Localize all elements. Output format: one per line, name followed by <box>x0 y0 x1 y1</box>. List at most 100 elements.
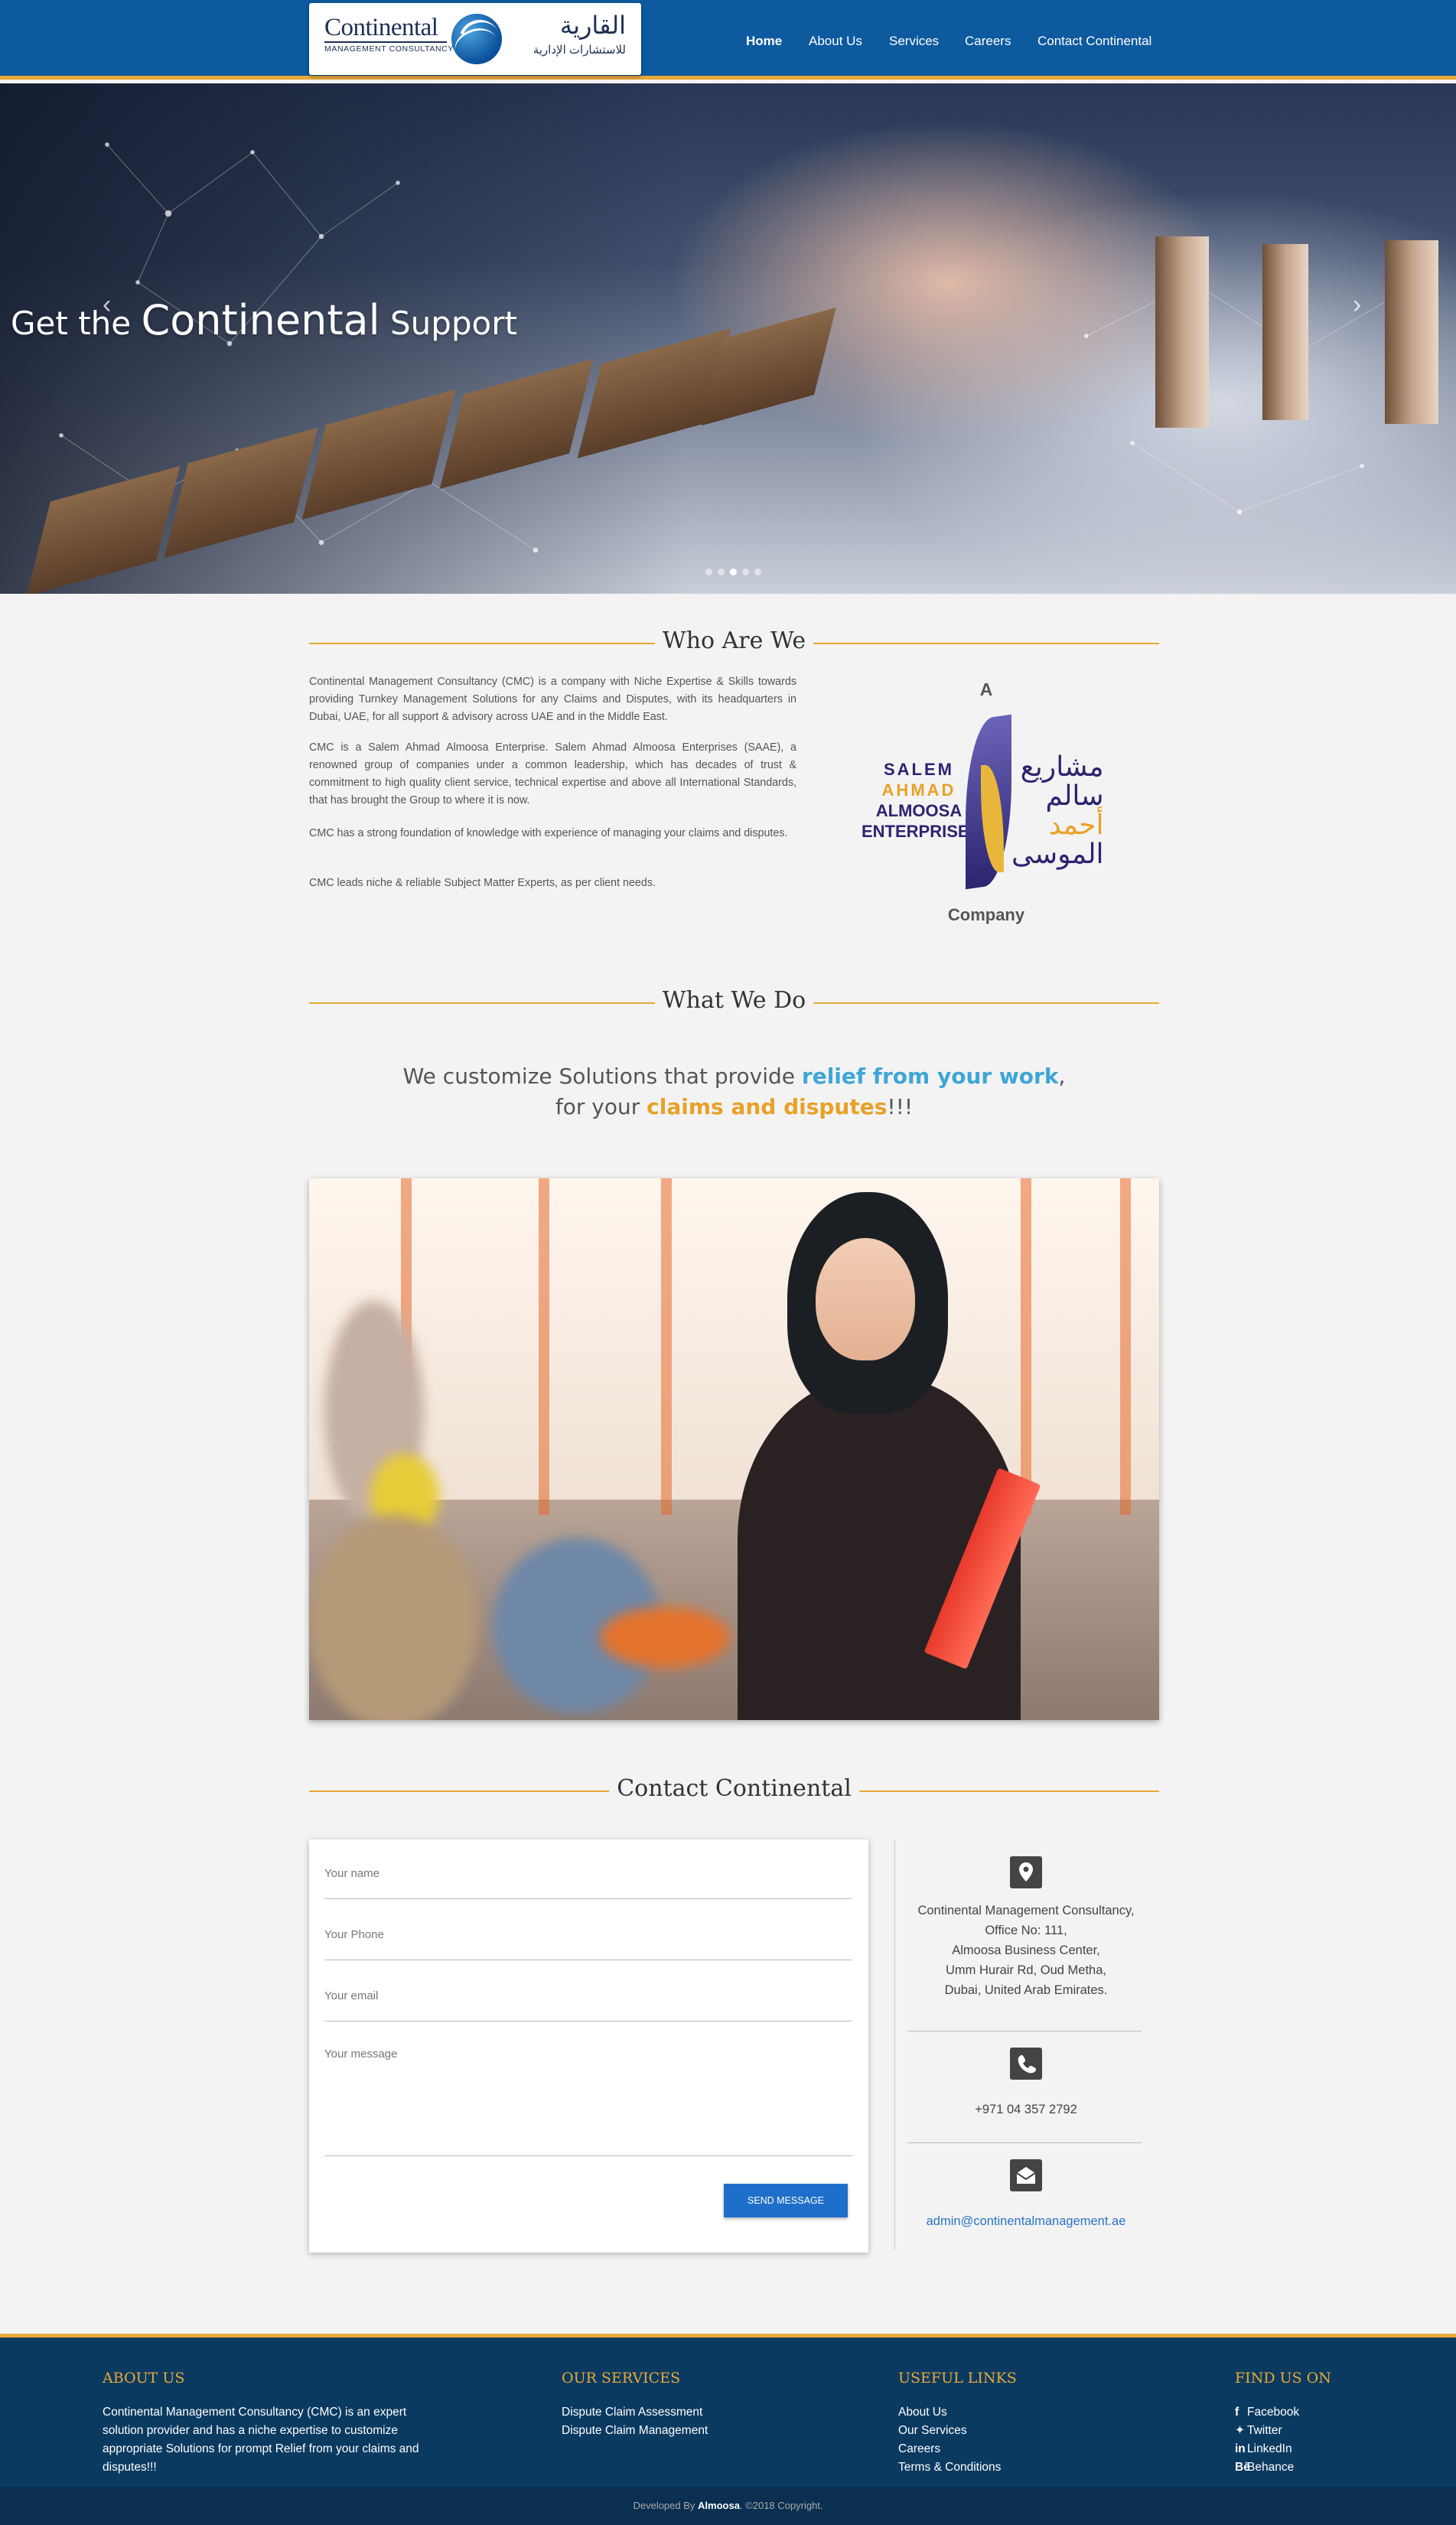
phone-number: +971 04 357 2792 <box>975 2103 1077 2116</box>
footer-link[interactable]: Dispute Claim Assessment <box>562 2403 708 2422</box>
email-link[interactable]: admin@continentalmanagement.ae <box>907 2211 1145 2231</box>
address-line: Dubai, United Arab Emirates. <box>944 1983 1108 1997</box>
name-input[interactable] <box>324 1867 852 1880</box>
footer-heading: ABOUT US <box>103 2370 185 2387</box>
globe-logo-icon <box>451 14 502 64</box>
nav-careers[interactable]: Careers <box>965 34 1011 49</box>
email-field <box>324 1989 852 2022</box>
footer-link[interactable]: Dispute Claim Management <box>562 2422 708 2440</box>
map-marker-icon <box>1010 1856 1042 1888</box>
social-label: LinkedIn <box>1247 2442 1292 2455</box>
copyright-text: . ©2018 Copyright. <box>739 2500 823 2511</box>
saae-ar-line: أحمد <box>1048 809 1104 840</box>
footer-link[interactable]: Our Services <box>898 2422 1017 2440</box>
photo-frame <box>1120 1178 1131 1515</box>
photo-window <box>309 1178 1159 1500</box>
office-photo <box>309 1178 1159 1720</box>
slider-dot-active[interactable] <box>730 569 737 575</box>
site-logo[interactable]: Continental MANAGEMENT CONSULTANCY القار… <box>309 3 641 75</box>
domino-standing <box>1262 244 1308 420</box>
chevron-left-icon[interactable]: ‹ <box>103 290 111 320</box>
tagline-text: for your <box>555 1094 647 1119</box>
section-heading: Contact Continental <box>609 1775 859 1802</box>
slider-dot[interactable] <box>705 569 712 575</box>
copyright-bar: Developed By Almoosa. ©2018 Copyright. <box>0 2487 1456 2525</box>
site-footer: ABOUT US Continental Management Consulta… <box>0 2334 1456 2487</box>
tagline-highlight: relief from your work <box>801 1064 1059 1089</box>
footer-heading: OUR SERVICES <box>562 2370 681 2387</box>
phone-field <box>324 1928 852 1960</box>
saae-line: SALEM <box>884 760 954 779</box>
photo-frame <box>661 1178 672 1515</box>
social-label: Twitter <box>1247 2424 1282 2437</box>
saae-logo: A SALEM AHMAD ALMOOSA ENTERPRISES مشاريع… <box>845 673 1128 933</box>
chevron-right-icon[interactable]: › <box>1353 290 1361 320</box>
linkedin-link[interactable]: in LinkedIn <box>1235 2440 1331 2458</box>
tagline-line-2: for your claims and disputes!!! <box>309 1094 1159 1119</box>
info-separator <box>907 2142 1142 2143</box>
contact-info: Continental Management Consultancy, Offi… <box>907 1855 1145 2253</box>
slider-dot[interactable] <box>742 569 749 575</box>
footer-about-text: Continental Management Consultancy (CMC)… <box>103 2406 419 2474</box>
hero-title-part2: Support <box>389 305 517 342</box>
tagline-line-1: We customize Solutions that provide reli… <box>309 1064 1159 1089</box>
footer-link[interactable]: About Us <box>898 2403 1017 2422</box>
tagline-text: We customize Solutions that provide <box>402 1064 802 1089</box>
footer-services: OUR SERVICES Dispute Claim Assessment Di… <box>562 2370 708 2440</box>
section-title-contact: Contact Continental <box>309 1775 1159 1806</box>
hero-title-part1: Get the <box>11 305 132 342</box>
facebook-link[interactable]: f Facebook <box>1235 2403 1331 2422</box>
behance-icon: Bē <box>1235 2461 1250 2474</box>
hero-title: Get the Continental Support <box>11 296 517 344</box>
address-line: Almoosa Business Center, <box>952 1943 1100 1957</box>
social-label: Facebook <box>1247 2406 1300 2419</box>
message-textarea[interactable] <box>324 2048 852 2126</box>
saae-ar-line: سالم <box>1045 780 1104 811</box>
address-line: Umm Hurair Rd, Oud Metha, <box>946 1963 1106 1977</box>
nav-services[interactable]: Services <box>889 34 939 49</box>
logo-english-name: Continental <box>324 14 438 41</box>
phone-input[interactable] <box>324 1928 852 1941</box>
slider-dot[interactable] <box>754 569 761 575</box>
slider-indicators <box>705 565 767 579</box>
saae-caption-bottom: Company <box>947 905 1025 924</box>
linkedin-icon: in <box>1235 2442 1246 2455</box>
footer-heading: FIND US ON <box>1235 2370 1331 2387</box>
developer-brand[interactable]: Almoosa <box>698 2500 740 2511</box>
address-line: Continental Management Consultancy, <box>917 1904 1135 1917</box>
photo-frame <box>539 1178 549 1515</box>
social-label: Behance <box>1247 2461 1295 2474</box>
saae-line: AHMAD <box>881 780 956 800</box>
about-paragraph: CMC is a Salem Ahmad Almoosa Enterprise.… <box>309 741 796 806</box>
footer-about: ABOUT US Continental Management Consulta… <box>103 2370 447 2477</box>
photo-subject-face <box>816 1238 915 1360</box>
nav-home[interactable]: Home <box>746 34 782 49</box>
hero-slider: Get the Continental Support ‹ › <box>0 83 1456 594</box>
footer-social: FIND US ON f Facebook ✦ Twitter in LinkedIn… <box>1235 2370 1331 2477</box>
address-line: Office No: 111, <box>985 1924 1067 1937</box>
slider-dot[interactable] <box>718 569 725 575</box>
name-field <box>324 1867 852 1899</box>
twitter-icon: ✦ <box>1235 2424 1245 2437</box>
saae-ar-line: الموسى <box>1011 838 1104 869</box>
facebook-icon: f <box>1235 2406 1239 2419</box>
envelope-icon <box>1010 2159 1042 2191</box>
twitter-link[interactable]: ✦ Twitter <box>1235 2422 1331 2440</box>
domino-standing <box>1385 240 1438 424</box>
section-heading: What We Do <box>654 987 814 1014</box>
footer-link[interactable]: Terms & Conditions <box>898 2458 1017 2477</box>
blurred-person <box>309 1515 477 1720</box>
blurred-chair <box>600 1607 730 1668</box>
tagline-text: , <box>1058 1064 1066 1089</box>
footer-link[interactable]: Careers <box>898 2440 1017 2458</box>
nav-contact[interactable]: Contact Continental <box>1037 34 1151 49</box>
about-paragraph: CMC leads niche & reliable Subject Matte… <box>309 877 656 889</box>
email-input[interactable] <box>324 1989 852 2002</box>
behance-link[interactable]: BēBehance <box>1235 2458 1331 2477</box>
nav-about-us[interactable]: About Us <box>809 34 862 49</box>
send-message-button[interactable]: SEND MESSAGE <box>724 2184 848 2217</box>
section-title-who-are-we: Who Are We <box>309 627 1159 658</box>
address-block: Continental Management Consultancy, Offi… <box>907 1901 1145 2000</box>
logo-arabic-subtitle: للاستشارات الإدارية <box>533 44 626 57</box>
logo-arabic-name: القارية <box>559 11 626 40</box>
